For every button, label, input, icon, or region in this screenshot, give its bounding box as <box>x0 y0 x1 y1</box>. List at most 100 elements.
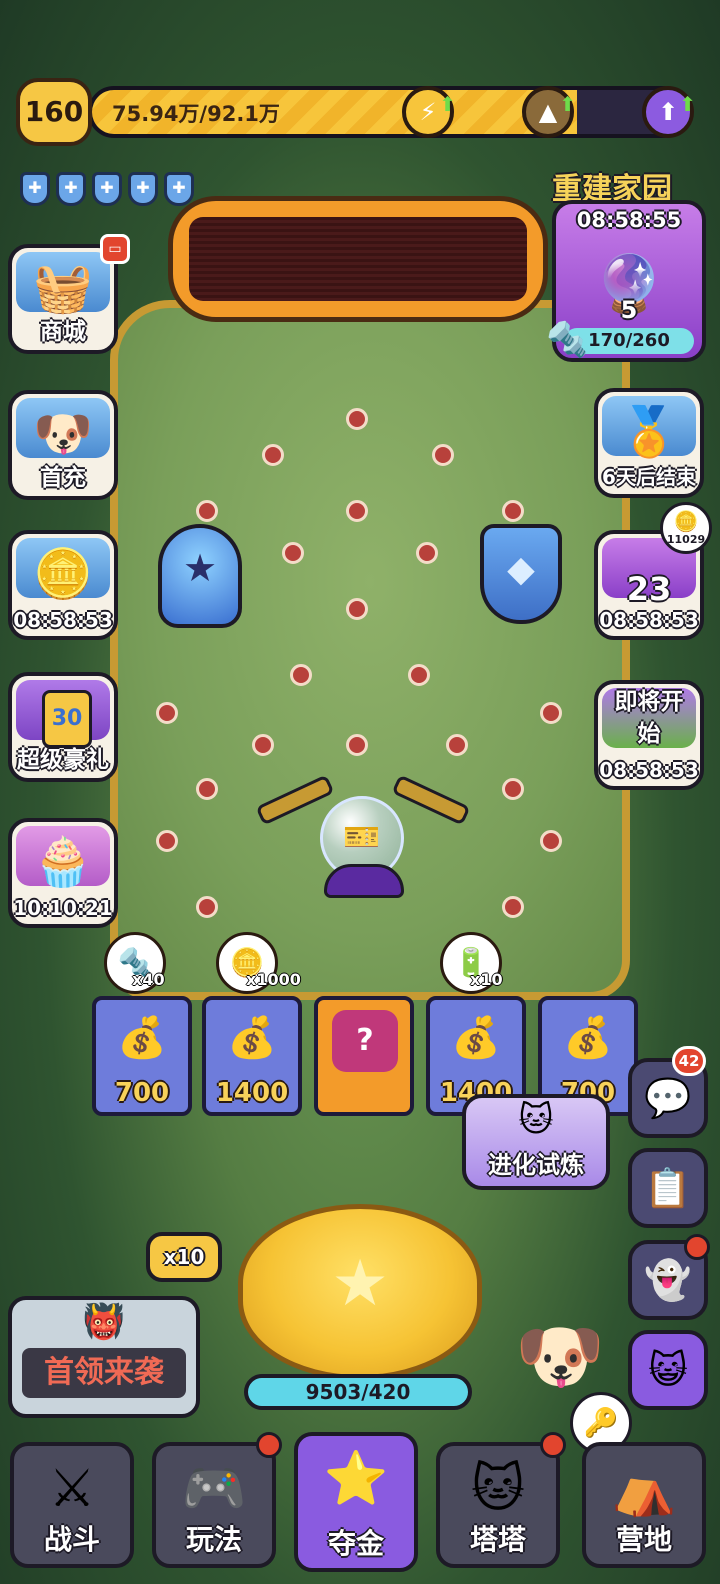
star-icon: ★ <box>331 1247 389 1321</box>
xp-text: 75.94万/92.1万 <box>112 102 280 126</box>
bin-2-multiplier: x1000 <box>246 970 301 989</box>
egg-bumper: ★ <box>158 524 242 628</box>
peg <box>346 598 368 620</box>
tasks-button[interactable]: 📋 <box>628 1148 708 1228</box>
key-icon: 🔑 <box>583 1406 619 1439</box>
nav-label: 战斗 <box>43 1523 100 1556</box>
nav-tab-camp[interactable]: ⛺ 营地 <box>582 1442 706 1568</box>
peg <box>432 444 454 466</box>
bin-2-value: 1400 <box>215 1078 289 1108</box>
boss-incoming-label: 首领来袭 <box>22 1348 186 1398</box>
bin-1: 💰 700 <box>92 996 192 1116</box>
tent-icon: ⛺ <box>611 1459 677 1519</box>
coming-soon-button[interactable]: 即将开始 08:58:53 <box>594 680 704 790</box>
lightning-icon: ⚡ <box>419 98 437 126</box>
peg <box>540 830 562 852</box>
peg <box>262 444 284 466</box>
bin-2: 💰 1400 <box>202 996 302 1116</box>
evolution-trial-button[interactable]: 🐱 进化试炼 <box>462 1094 610 1190</box>
peg <box>196 778 218 800</box>
peg <box>156 830 178 852</box>
super-gift-label: 超级豪礼 <box>17 747 109 773</box>
up-arrow-icon: ⬆ <box>657 98 679 126</box>
trophy-timer: 08:58:53 <box>599 608 699 632</box>
clipboard-check-icon: 📋 <box>644 1166 692 1210</box>
peg <box>408 664 430 686</box>
shield-icon: ✚ <box>92 172 122 206</box>
coin-pile-icon: 💰 <box>117 1015 167 1061</box>
shop-label: 商城 <box>40 319 86 345</box>
bin-4-multiplier: x10 <box>470 970 503 989</box>
mountain-icon: ▲ <box>538 98 558 126</box>
peg <box>282 542 304 564</box>
super-gift-button[interactable]: 30 超级豪礼 <box>8 672 118 782</box>
nav-tab-gold-rush[interactable]: ⭐ 夺金 <box>294 1432 418 1572</box>
peg <box>196 500 218 522</box>
launch-button[interactable]: ★ <box>238 1204 482 1380</box>
coin-pile-icon: 💰 <box>451 1015 501 1061</box>
multiplier-button[interactable]: x10 <box>146 1232 222 1282</box>
gold-coin-icon: 🪙 <box>33 546 93 602</box>
first-recharge-label: 首充 <box>40 465 86 491</box>
peg <box>346 500 368 522</box>
mountain-upgrade-button[interactable]: ▲ ⬆ <box>522 86 576 138</box>
launch-counter: 9503/420 <box>244 1374 472 1410</box>
mystery-star-icon: ? <box>332 1010 398 1072</box>
peg <box>346 734 368 756</box>
purple-cat-icon: 😺 <box>648 1348 688 1392</box>
nav-label: 夺金 <box>327 1527 384 1560</box>
event-end-label: 6天后结束 <box>602 465 696 489</box>
nav-tab-gameplay[interactable]: 🎮 玩法 <box>152 1442 276 1568</box>
level-badge[interactable]: 160 <box>16 78 92 146</box>
evolution-trial-label: 进化试炼 <box>488 1151 584 1179</box>
swords-icon: ⚔ <box>48 1459 96 1519</box>
bin-1-value: 700 <box>114 1078 170 1108</box>
cat-profile-button[interactable]: 😺 <box>628 1330 708 1410</box>
ghost-friends-icon: 👻 <box>644 1258 692 1302</box>
coin-icon: 🪙 <box>673 509 699 533</box>
peg <box>416 542 438 564</box>
husky-mascot[interactable]: 🐶 <box>510 1306 610 1406</box>
first-recharge-button[interactable]: 🐶 首充 <box>8 390 118 500</box>
rebuild-timer: 08:58:55 <box>576 208 682 232</box>
peg <box>446 734 468 756</box>
trophy-coin-count: 11029 <box>666 533 706 546</box>
coin-event-button[interactable]: 🪙 08:58:53 <box>8 530 118 640</box>
purple-cat-icon: 🐱 <box>518 1100 554 1140</box>
shield-icon: ✚ <box>56 172 86 206</box>
coin-pile-icon: 💰 <box>227 1015 277 1061</box>
peg <box>290 664 312 686</box>
cat-medal-icon: 🏅 <box>619 404 679 460</box>
up-arrow-icon: ⬆ <box>559 92 576 116</box>
cupcake-event-button[interactable]: 🧁 10:10:21 <box>8 818 118 928</box>
launch-hole <box>324 864 404 898</box>
peg <box>502 896 524 918</box>
coin-pile-icon: 💰 <box>563 1015 613 1061</box>
bin-3-mystery: ? <box>314 996 414 1116</box>
friends-notification-dot <box>684 1234 710 1260</box>
coming-soon-timer: 08:58:53 <box>599 758 699 782</box>
event-end-button[interactable]: 🏅 6天后结束 <box>594 388 704 498</box>
special-upgrade-button[interactable]: ⬆ ⬆ <box>642 86 696 138</box>
husky-dog-icon: 🐶 <box>33 406 93 462</box>
display-screen-inner <box>189 217 527 301</box>
peg <box>540 702 562 724</box>
nav-tab-tata[interactable]: 🐱 塔塔 <box>436 1442 560 1568</box>
peg <box>346 408 368 430</box>
nav-label: 塔塔 <box>469 1523 526 1556</box>
trophy-count: 23 <box>626 570 672 608</box>
boss-incoming-button[interactable]: 👹 首领来袭 <box>8 1296 200 1418</box>
shield-icon: ✚ <box>20 172 50 206</box>
shield-icon: ✚ <box>164 172 194 206</box>
shield-bumper: ◆ <box>480 524 562 624</box>
gameplay-notification-dot <box>256 1432 282 1458</box>
xp-bar: 75.94万/92.1万 <box>88 86 688 138</box>
lightning-upgrade-button[interactable]: ⚡ ⬆ <box>402 86 456 138</box>
peg <box>196 896 218 918</box>
coin-event-timer: 08:58:53 <box>13 608 113 632</box>
multiplier-label: x10 <box>163 1245 205 1269</box>
nav-tab-battle[interactable]: ⚔ 战斗 <box>10 1442 134 1568</box>
chat-count-badge: 42 <box>672 1046 706 1076</box>
bin-1-multiplier: x40 <box>132 970 165 989</box>
screw-icon: 🔩 <box>546 320 589 360</box>
